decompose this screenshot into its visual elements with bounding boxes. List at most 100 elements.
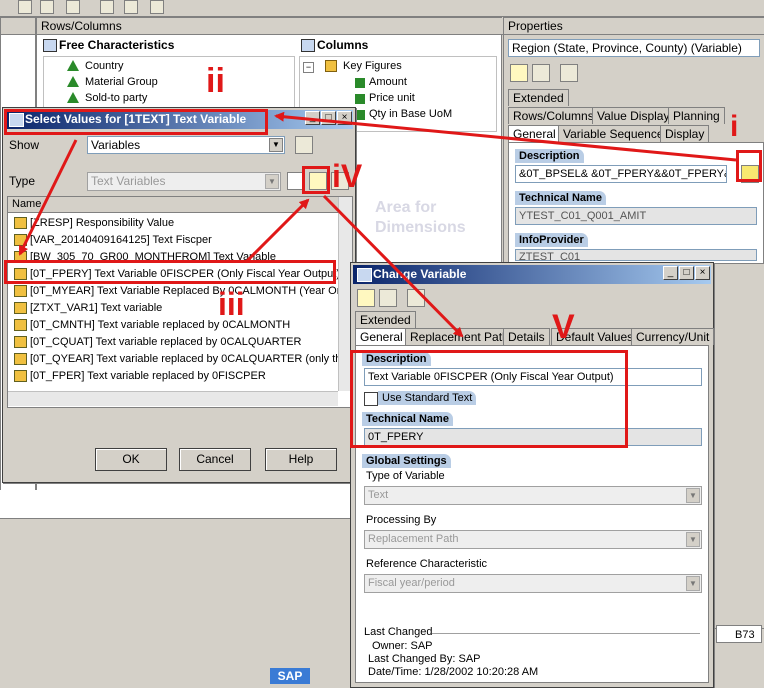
area-watermark: Area for Dimensions — [375, 198, 466, 238]
type-of-variable-dropdown: Text ▼ — [364, 486, 702, 505]
tab-rows-columns[interactable]: Rows/Columns — [508, 107, 599, 124]
list-header: Name — [8, 197, 342, 213]
column-item-price-unit[interactable]: Price unit — [369, 90, 415, 106]
annotation-label-v: V — [552, 308, 575, 346]
wrench-icon[interactable] — [295, 136, 313, 154]
owner-text: Owner: SAP — [372, 640, 433, 652]
key-figure-icon — [355, 110, 365, 120]
tab-extended[interactable]: Extended — [508, 89, 569, 106]
last-changed-by-text: Last Changed By: SAP — [368, 653, 481, 665]
last-changed-label: Last Changed — [364, 626, 433, 638]
tab-planning[interactable]: Planning — [668, 107, 725, 124]
change-variable-dialog: Change Variable _ □ × Extended General R… — [350, 262, 715, 688]
annotation-box-select-icon — [736, 150, 762, 182]
status-box: B73 — [716, 625, 762, 643]
tab-value-display[interactable]: Value Display — [592, 107, 675, 124]
column-item-amount[interactable]: Amount — [369, 74, 407, 90]
collapse-icon[interactable]: − — [303, 62, 314, 73]
free-item-material-group[interactable]: Material Group — [85, 74, 158, 90]
top-toolbar — [0, 0, 764, 17]
infoprovider-label: InfoProvider — [515, 233, 588, 247]
tab-display[interactable]: Display — [660, 125, 710, 142]
technical-name-field: YTEST_C01_Q001_AMIT — [515, 207, 757, 225]
toolbar-icon-2[interactable] — [40, 0, 54, 14]
technical-name-label: Technical Name — [515, 191, 606, 205]
save-icon[interactable] — [532, 64, 550, 82]
tab-variable-sequence[interactable]: Variable Sequence — [558, 125, 669, 142]
show-dropdown[interactable]: Variables — [87, 136, 285, 154]
free-item-sold-to-party[interactable]: Sold-to party — [85, 90, 147, 106]
global-settings-label: Global Settings — [362, 454, 451, 468]
column-item-qty[interactable]: Qty in Base UoM — [369, 106, 452, 122]
list-item[interactable]: [0T_MYEAR] Text Variable Replaced By 0CA… — [12, 283, 343, 299]
annotation-box-title — [4, 109, 268, 135]
cancel-button[interactable]: Cancel — [179, 448, 251, 471]
list-item[interactable]: [0T_CQUAT] Text variable replaced by 0CA… — [12, 334, 301, 350]
tab-extended[interactable]: Extended — [355, 311, 416, 328]
close-button[interactable]: × — [337, 111, 352, 125]
help-button[interactable]: Help — [265, 448, 337, 471]
reference-characteristic-label: Reference Characteristic — [366, 558, 488, 570]
key-figure-icon — [355, 78, 365, 88]
tab-currency-unit[interactable]: Currency/Unit — [631, 328, 715, 345]
description-field[interactable]: &0T_BPSEL& &0T_FPERY&&0T_FPERY& — [515, 165, 727, 183]
toolbar-icon-5[interactable] — [124, 0, 138, 14]
columns-title: Columns — [317, 38, 369, 52]
columns-grid-icon — [301, 39, 315, 52]
edit-pencil-icon[interactable] — [357, 289, 375, 307]
characteristic-icon — [67, 92, 79, 103]
list-item[interactable]: [0T_FPER] Text variable replaced by 0FIS… — [12, 368, 266, 384]
annotation-label-ii: ii — [206, 62, 225, 100]
save-icon[interactable] — [379, 289, 397, 307]
type-value: Text Variables — [91, 174, 166, 188]
type-dropdown: Text Variables ▼ — [87, 172, 281, 191]
list-item[interactable]: [ZRESP] Responsibility Value — [12, 215, 174, 231]
horizontal-scrollbar[interactable] — [8, 391, 338, 406]
properties-selector[interactable]: Region (State, Province, County) (Variab… — [508, 39, 760, 57]
properties-header: Properties — [504, 18, 764, 35]
toolbar-icon-1[interactable] — [18, 0, 32, 14]
minimize-button[interactable]: _ — [663, 266, 678, 280]
tab-general[interactable]: General — [355, 328, 408, 345]
annotation-label-iii: iii — [218, 286, 245, 322]
show-label: Show — [9, 138, 40, 152]
key-figures-node[interactable]: Key Figures — [343, 58, 402, 74]
characteristic-icon — [67, 76, 79, 87]
maximize-button[interactable]: □ — [679, 266, 694, 280]
tab-replacement-path[interactable]: Replacement Path — [405, 328, 514, 345]
properties-body: Description &0T_BPSEL& &0T_FPERY&&0T_FPE… — [508, 142, 764, 264]
maximize-button[interactable]: □ — [321, 111, 336, 125]
type-label: Type — [9, 174, 36, 188]
left-strip-header — [1, 18, 35, 35]
grid-icon — [43, 39, 57, 52]
variables-list: Name [ZRESP] Responsibility Value [VAR_2… — [7, 196, 353, 408]
close-button[interactable]: × — [695, 266, 710, 280]
type-of-variable-value: Text — [368, 489, 389, 501]
list-item[interactable]: [0T_QYEAR] Text variable replaced by 0CA… — [12, 351, 348, 367]
tab-details[interactable]: Details — [503, 328, 550, 345]
annotation-box-pencil — [302, 166, 330, 194]
edit-pencil-icon[interactable] — [510, 64, 528, 82]
free-item-country[interactable]: Country — [85, 58, 124, 74]
wrench-icon[interactable] — [560, 64, 578, 82]
toolbar-icon-3[interactable] — [66, 0, 80, 14]
minimize-button[interactable]: _ — [305, 111, 320, 125]
type-of-variable-label: Type of Variable — [366, 470, 445, 482]
free-characteristics-title: Free Characteristics — [59, 38, 175, 52]
annotation-label-i: i — [730, 110, 739, 143]
wrench-icon[interactable] — [407, 289, 425, 307]
processing-by-label: Processing By — [366, 514, 437, 526]
toolbar-icon-4[interactable] — [100, 0, 114, 14]
key-figures-icon — [325, 60, 337, 72]
tab-general[interactable]: General — [508, 125, 561, 142]
list-item[interactable]: [ZTXT_VAR1] Text variable — [12, 300, 162, 316]
ok-button[interactable]: OK — [95, 448, 167, 471]
list-item[interactable]: [0T_CMNTH] Text variable replaced by 0CA… — [12, 317, 290, 333]
wrench-icon[interactable] — [150, 0, 164, 14]
annotation-box-selected-row — [4, 260, 336, 284]
bottom-white — [0, 490, 350, 519]
chevron-down-icon: ▼ — [686, 576, 700, 591]
list-item[interactable]: [VAR_20140409164125] Text Fiscper — [12, 232, 212, 248]
show-dropdown-arrow[interactable]: ▼ — [269, 138, 283, 152]
annotation-box-general — [350, 350, 628, 448]
